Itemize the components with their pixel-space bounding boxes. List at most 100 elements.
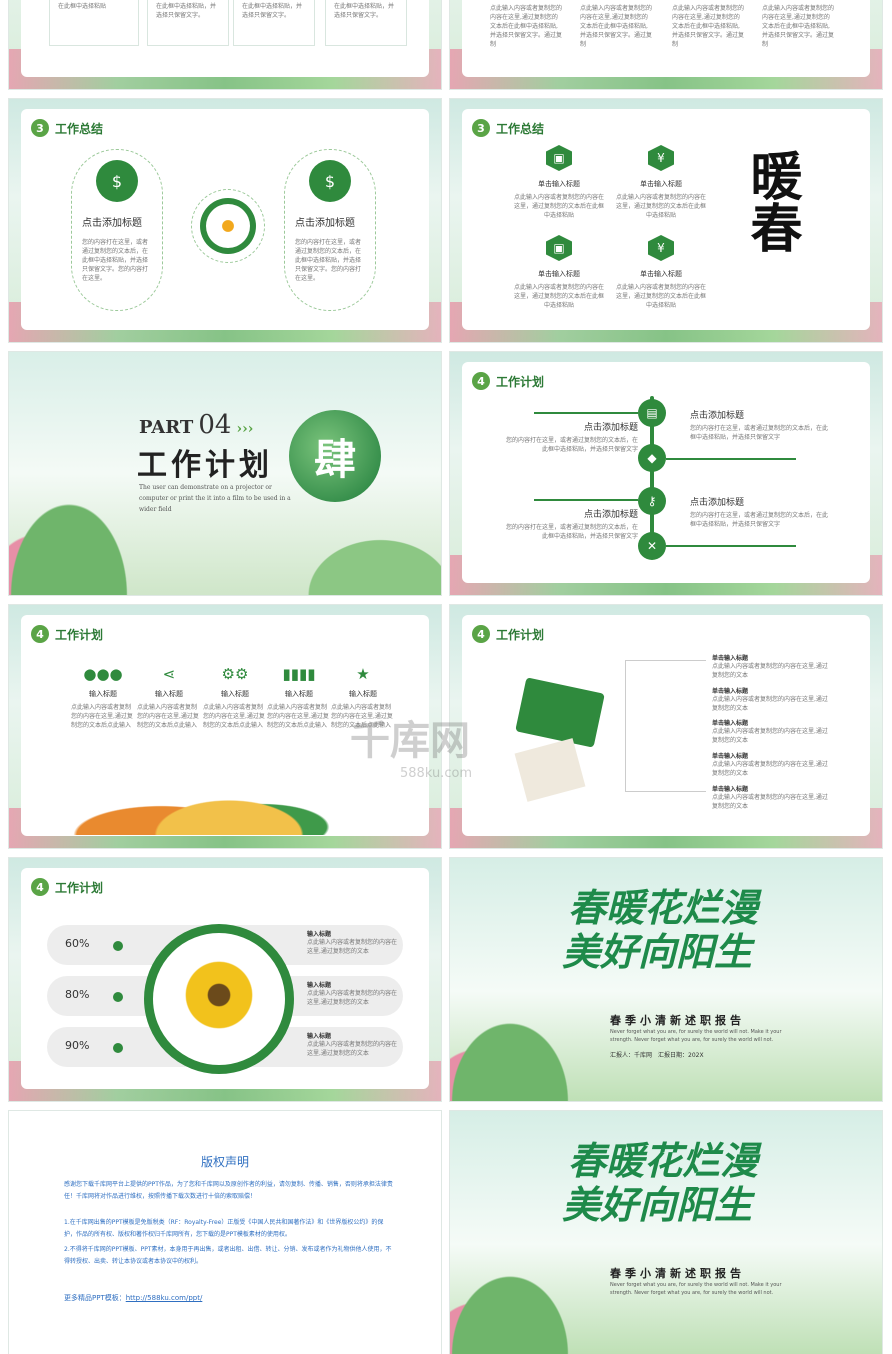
card-body: 您的内容打在这里，或者通过复制您的文本后，在此框中选择粘贴，并选择只保留文字。您… (82, 239, 149, 282)
item-title: 点击添加标题 (690, 411, 745, 421)
section-number: 4 (472, 625, 490, 643)
section-number: 4 (31, 878, 49, 896)
slide-thumbnail-2[interactable]: 点此输入内容或者复制您的内容在这里,通过复制您的文本后在此框中选择粘贴,并选择只… (450, 0, 882, 89)
icon-item: ▮▮▮▮ 输入标题 点此输入内容或者复制您的内容在这里,通过复制您的文本后点此输入 (267, 665, 331, 730)
headline-line-1: 春暖花烂漫 (568, 1138, 759, 1183)
section-title: 工作计划 (55, 880, 104, 895)
bullet-icon (113, 992, 123, 1002)
row-body: 点此输入内容或者复制您的内容在这里,通过复制您的文本 (307, 990, 398, 1006)
more-label: 更多精品PPT模板： (64, 1294, 126, 1302)
text-box-body: 在此框中选择粘贴，并选择只保留文字。 (156, 3, 217, 19)
card-left: $ 点击添加标题 您的内容打在这里，或者通过复制您的文本后，在此框中选择粘贴，并… (71, 149, 163, 311)
subtitle: 春季小清新述职报告 (610, 1267, 745, 1280)
list-item: 单击输入标题 点此输入内容或者复制您的内容在这里,通过复制您的文本 (712, 653, 832, 680)
section-title: 工作计划 (496, 374, 545, 389)
slide-thumbnail-5[interactable]: PART 04 ››› 工作计划 The user can demonstrat… (9, 352, 441, 595)
item-body: 点此输入内容或者复制您的内容在这里,通过复制您的文本后点此输入 (267, 704, 329, 729)
item-title: 单击输入标题 (712, 655, 749, 662)
progress-percent: 80% (65, 988, 90, 1001)
section-header: 3 工作总结 (31, 119, 103, 137)
item-title: 单击输入标题 (712, 720, 749, 727)
item-body: 点此输入内容或者复制您的内容在这里，通过复制您的文本后在此框中选择粘贴 (616, 194, 707, 219)
plan-item: 点击添加标题您的内容打在这里，或者通过复制您的文本后，在此框中选择粘贴，并选择只… (502, 507, 638, 541)
text-box: 在此框中选择粘贴，并选择只保留文字。 (147, 0, 229, 46)
item-body: 点此输入内容或者复制您的内容在这里,通过复制您的文本 (712, 761, 828, 777)
bullet-icon (113, 941, 123, 951)
connector-line (534, 412, 638, 414)
card-body: 您的内容打在这里，或者通过复制您的文本后，在此框中选择粘贴，并选择只保留文字。您… (295, 239, 362, 282)
landscape-illustration (450, 1234, 600, 1354)
column-text: 点此输入内容或者复制您的内容在这里,通过复制您的文本后在此框中选择粘贴,并选择只… (762, 5, 835, 48)
section-header: 4 工作计划 (31, 878, 103, 896)
calligraphy-logo: 暖春 (741, 149, 802, 253)
item-body: 点此输入内容或者复制您的内容在这里，通过复制您的文本后在此框中选择粘贴 (616, 284, 707, 309)
subtitle: 春季小清新述职报告 (610, 1014, 745, 1027)
item-body: 点此输入内容或者复制您的内容在这里,通过复制您的文本 (712, 663, 828, 679)
item-title: 点击添加标题 (583, 423, 638, 433)
sunflower-ring (144, 924, 294, 1074)
android-icon: ▣ (546, 145, 572, 171)
item-title: 点击添加标题 (583, 510, 638, 520)
row-title: 输入标题 (307, 931, 332, 938)
report-date: 汇报日期：202X (658, 1052, 704, 1059)
slide-thumbnail-1[interactable]: 在此框中选择粘贴 在此框中选择粘贴，并选择只保留文字。 在此框中选择粘贴，并选择… (9, 0, 441, 89)
item-title: 输入标题 (221, 690, 249, 698)
watermark-text: 千库网 (350, 718, 470, 764)
seal-circle: 肆 (289, 410, 381, 502)
part-number: 04 (198, 410, 232, 440)
plan-item: 点击添加标题 您的内容打在这里，或者通过复制您的文本后，在此框中选择粘贴，并选择只… (690, 495, 830, 529)
headline-line-2: 美好向阳生 (562, 929, 753, 974)
slide-thumbnail-9[interactable]: 4 工作计划 60% 输入标题 点此输入内容或者复制您的内容在这里,通过复制您的文本… (9, 858, 441, 1101)
bullet-icon (113, 1043, 123, 1053)
slide-thumbnail-4[interactable]: 3 工作总结 ▣ 单击输入标题 点此输入内容或者复制您的内容在这里，通过复制您的文… (450, 99, 882, 342)
share-icon: ⋖ (162, 665, 176, 683)
slide-thumbnail-11[interactable]: 版权声明 感谢您下载千库网平台上提供的PPT作品，为了您和千库网以及原创作者的利… (9, 1111, 441, 1354)
key-icon: ⚷ (638, 487, 666, 515)
item-body: 您的内容打在这里，或者通过复制您的文本后，在此框中选择粘贴，并选择只保留文字 (505, 524, 638, 540)
yen-icon: ¥ (648, 145, 674, 171)
feature-item: ▣ 单击输入标题 点此输入内容或者复制您的内容在这里，通过复制您的文本后在此框中… (514, 235, 604, 310)
copyright-title: 版权声明 (200, 1155, 249, 1169)
section-title: 工作计划 (496, 627, 545, 642)
item-title: 点击添加标题 (690, 498, 745, 508)
forest-illustration (59, 755, 399, 835)
item-body: 点此输入内容或者复制您的内容在这里,通过复制您的文本后点此输入 (137, 704, 199, 729)
reporter-info: 汇报人：千库网 汇报日期：202X (610, 1050, 704, 1059)
plan-item: 点击添加标题 您的内容打在这里，或者通过复制您的文本后，在此框中选择粘贴，并选择只… (502, 420, 638, 454)
slide-thumbnail-10[interactable]: 春暖花烂漫 美好向阳生 春季小清新述职报告 Never forget what … (450, 858, 882, 1101)
item-title: 单击输入标题 (712, 786, 749, 793)
watermark: 千库网 588ku.com (350, 708, 560, 781)
landscape-illustration (450, 981, 600, 1101)
slide-thumbnail-12[interactable]: 春暖花烂漫 美好向阳生 春季小清新述职报告 Never forget what … (450, 1111, 882, 1354)
text-box-body: 在此框中选择粘贴，并选择只保留文字。 (334, 3, 395, 19)
item-title: 单击输入标题 (712, 753, 749, 760)
item-title: 输入标题 (349, 690, 377, 698)
plan-item: 点击添加标题 您的内容打在这里，或者通过复制您的文本后，在此框中选择粘贴，并选择只… (690, 408, 830, 442)
icon-item: ⋖ 输入标题点此输入内容或者复制您的内容在这里,通过复制您的文本后点此输入 (137, 665, 201, 730)
money-bag-icon: $ (309, 160, 351, 202)
text-box: 在此框中选择粘贴 (49, 0, 139, 46)
feature-item: ¥ 单击输入标题 点此输入内容或者复制您的内容在这里，通过复制您的文本后在此框中… (616, 235, 706, 310)
item-title: 单击输入标题 (538, 180, 580, 188)
copyright-paragraph: 1.在千库网出售的PPT模板是免版税类（RF：Royalty-Free）正版受《… (64, 1219, 384, 1238)
connector-line (666, 545, 796, 547)
slide-thumbnail-3[interactable]: 3 工作总结 $ 点击添加标题 您的内容打在这里，或者通过复制您的文本后，在此框中… (9, 99, 441, 342)
sunflower-icon (177, 953, 261, 1037)
section-number: 4 (31, 625, 49, 643)
section-number: 4 (472, 372, 490, 390)
section-title: 工作计划 (55, 627, 104, 642)
row-body: 点此输入内容或者复制您的内容在这里,通过复制您的文本 (307, 939, 398, 955)
list-item: 单击输入标题 点此输入内容或者复制您的内容在这里,通过复制您的文本 (712, 784, 832, 811)
templates-link[interactable]: http://588ku.com/ppt/ (126, 1294, 203, 1302)
card-title: 点击添加标题 (295, 218, 355, 229)
column-text: 点此输入内容或者复制您的内容在这里,通过复制您的文本后在此框中选择粘贴,并选择只… (672, 5, 745, 48)
item-title: 输入标题 (155, 690, 183, 698)
slide-thumbnail-6[interactable]: 4 工作计划 ▤ ◆ ⚷ ✕ 点击添加标题 您的内容打在这里，或者通过复制您的文本后… (450, 352, 882, 595)
feature-item: ¥ 单击输入标题 点此输入内容或者复制您的内容在这里，通过复制您的文本后在此框中… (616, 145, 706, 220)
english-tagline: Never forget what you are, for surely th… (610, 1029, 782, 1043)
headline: 春暖花烂漫 美好向阳生 (562, 1138, 759, 1227)
graduation-cap-icon: ◆ (638, 444, 666, 472)
item-title: 单击输入标题 (538, 270, 580, 278)
section-header: 4 工作计划 (472, 372, 544, 390)
part-text: PART (139, 417, 194, 438)
